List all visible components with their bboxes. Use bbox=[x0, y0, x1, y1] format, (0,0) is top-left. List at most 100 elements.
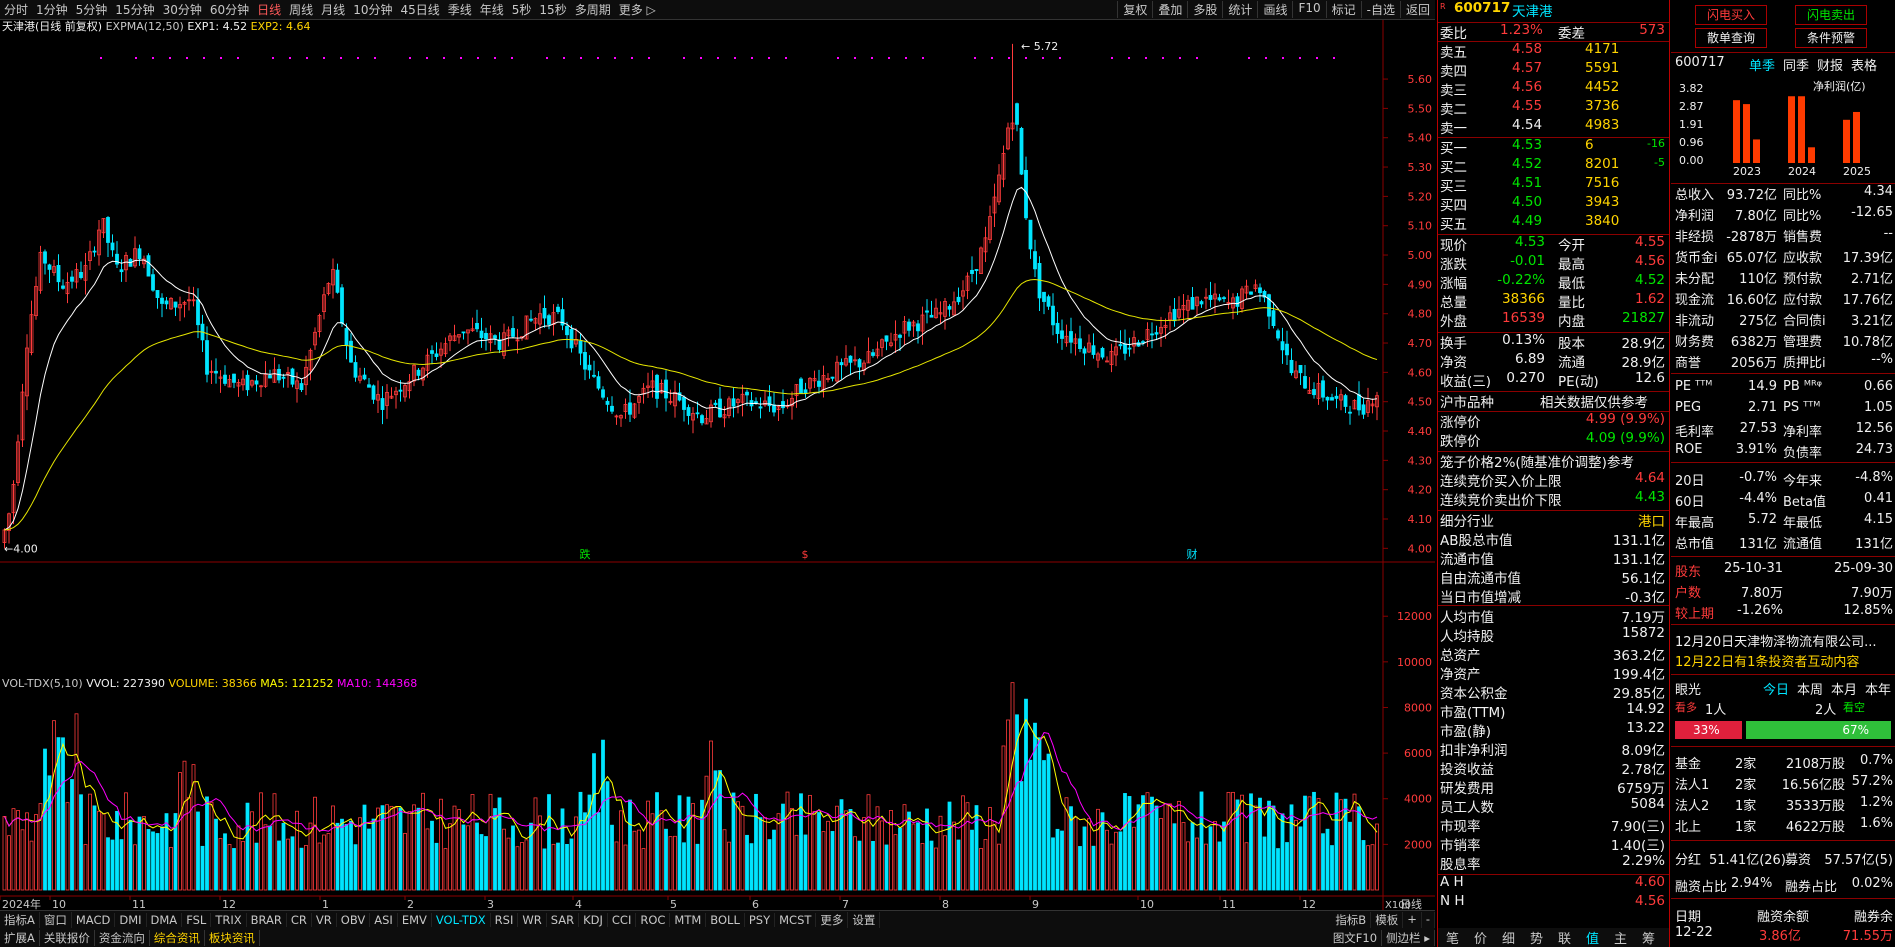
volume-bar bbox=[344, 824, 349, 891]
indicator-tab-8[interactable]: CR bbox=[287, 912, 312, 927]
indicator-right-0[interactable]: 指标B bbox=[1331, 911, 1372, 928]
finance-tab-0[interactable]: 单季 bbox=[1749, 55, 1775, 74]
period-tab-12[interactable]: 年线 bbox=[476, 1, 508, 18]
period-tab-10[interactable]: 45日线 bbox=[396, 1, 443, 18]
indicator-tab-23[interactable]: MCST bbox=[775, 912, 817, 927]
toolbar-button-2[interactable]: 多股 bbox=[1187, 1, 1222, 18]
action-button-0[interactable]: 闪电买入 bbox=[1695, 5, 1767, 25]
period-tab-11[interactable]: 季线 bbox=[444, 1, 476, 18]
period-tab-2[interactable]: 5分钟 bbox=[72, 1, 112, 18]
quote-tab-0[interactable]: 笔 bbox=[1446, 928, 1459, 947]
period-tab-4[interactable]: 30分钟 bbox=[159, 1, 206, 18]
quote-tab-5[interactable]: 值 bbox=[1586, 928, 1599, 947]
action-button-2[interactable]: 散单查询 bbox=[1695, 28, 1767, 48]
period-tab-14[interactable]: 15秒 bbox=[535, 1, 570, 18]
indicator-tab-15[interactable]: WR bbox=[518, 912, 547, 927]
indicator-tab-12[interactable]: EMV bbox=[398, 912, 432, 927]
indicator-right-1[interactable]: 模板 bbox=[1371, 911, 1404, 928]
indicator-tab-17[interactable]: KDJ bbox=[579, 912, 608, 927]
toolbar-button-4[interactable]: 画线 bbox=[1257, 1, 1292, 18]
candle-body bbox=[542, 308, 547, 319]
finance-tab-3[interactable]: 表格 bbox=[1851, 55, 1877, 74]
toolbar-button-0[interactable]: 复权 bbox=[1117, 1, 1152, 18]
quote-tab-6[interactable]: 主 bbox=[1614, 928, 1627, 947]
quote-tab-1[interactable]: 价 bbox=[1474, 928, 1487, 947]
signal-dot bbox=[974, 57, 976, 59]
ma5-value: MA5: 121252 bbox=[260, 677, 334, 690]
period-tab-15[interactable]: 多周期 bbox=[571, 1, 615, 18]
period-tab-7[interactable]: 周线 bbox=[285, 1, 317, 18]
toolbar-button-5[interactable]: F10 bbox=[1292, 1, 1325, 18]
toolbar-button-7[interactable]: -自选 bbox=[1360, 1, 1400, 18]
indicator-tab-19[interactable]: ROC bbox=[636, 912, 671, 927]
indicator-tab-13[interactable]: VOL-TDX bbox=[432, 912, 491, 927]
status-tab-1[interactable]: 关联报价 bbox=[40, 929, 95, 946]
quote-tab-2[interactable]: 细 bbox=[1502, 928, 1515, 947]
news-row[interactable]: 12月22日有1条投资者互动内容 bbox=[1675, 651, 1893, 670]
indicator-tab-10[interactable]: OBV bbox=[337, 912, 371, 927]
toolbar-button-3[interactable]: 统计 bbox=[1222, 1, 1257, 18]
finance-tab-1[interactable]: 同季 bbox=[1783, 55, 1809, 74]
status-tab-2[interactable]: 资金流向 bbox=[95, 929, 150, 946]
period-tab-3[interactable]: 15分钟 bbox=[111, 1, 158, 18]
indicator-tab-6[interactable]: TRIX bbox=[211, 912, 247, 927]
status-right-0[interactable]: 图文F10 bbox=[1329, 929, 1383, 946]
indicator-tab-0[interactable]: 指标A bbox=[0, 911, 40, 928]
volume-indicator-name[interactable]: VOL-TDX(5,10) bbox=[2, 677, 83, 690]
status-tab-0[interactable]: 扩展A bbox=[0, 929, 40, 946]
indicator-tab-20[interactable]: MTM bbox=[670, 912, 707, 927]
candle-body bbox=[205, 340, 209, 375]
action-button-3[interactable]: 条件预警 bbox=[1795, 28, 1867, 48]
indicator-tab-11[interactable]: ASI bbox=[370, 912, 398, 927]
kline-chart[interactable]: 4.00 4.10 4.20 4.30 4.40 4.50 4.60 4.70 4.80 4.90… bbox=[0, 20, 1435, 910]
quote-tab-4[interactable]: 联 bbox=[1558, 928, 1571, 947]
indicator-tab-7[interactable]: BRAR bbox=[247, 912, 287, 927]
toolbar-button-8[interactable]: 返回 bbox=[1399, 1, 1435, 18]
candle-body bbox=[1217, 297, 1222, 301]
quote-tab-3[interactable]: 势 bbox=[1530, 928, 1543, 947]
bear-bar[interactable]: 67% bbox=[1746, 721, 1891, 739]
indicator-tab-22[interactable]: PSY bbox=[745, 912, 776, 927]
action-button-1[interactable]: 闪电卖出 bbox=[1795, 5, 1867, 25]
bid-row: 买一 4.53 6 -16 bbox=[1440, 137, 1667, 157]
indicator-tab-1[interactable]: 窗口 bbox=[40, 911, 72, 928]
indicator-tab-9[interactable]: VR bbox=[312, 912, 337, 927]
indicator-tab-25[interactable]: 设置 bbox=[848, 911, 881, 928]
val-label: PEG bbox=[1675, 400, 1702, 415]
indicator-tab-16[interactable]: SAR bbox=[547, 912, 580, 927]
toolbar-button-6[interactable]: 标记 bbox=[1325, 1, 1361, 18]
period-tab-1[interactable]: 1分钟 bbox=[32, 1, 72, 18]
period-tab-16[interactable]: 更多 ▷ bbox=[615, 1, 660, 18]
toolbar-button-1[interactable]: 叠加 bbox=[1152, 1, 1187, 18]
quote-tab-7[interactable]: 筹 bbox=[1642, 928, 1655, 947]
period-tab-0[interactable]: 分时 bbox=[0, 1, 32, 18]
indicator-name[interactable]: EXPMA(12,50) bbox=[106, 20, 184, 33]
period-tab-9[interactable]: 10分钟 bbox=[349, 1, 396, 18]
eye-tab-3[interactable]: 本年 bbox=[1865, 679, 1891, 698]
chart-area[interactable]: 4.00 4.10 4.20 4.30 4.40 4.50 4.60 4.70 4.80 4.90… bbox=[0, 20, 1435, 910]
indicator-tab-14[interactable]: RSI bbox=[491, 912, 519, 927]
status-tab-3[interactable]: 综合资讯 bbox=[150, 929, 205, 946]
indicator-tab-2[interactable]: MACD bbox=[72, 912, 116, 927]
news-row[interactable]: 12月20日天津物泽物流有限公司... bbox=[1675, 631, 1893, 650]
period-tab-6[interactable]: 日线 bbox=[253, 1, 285, 18]
indicator-right-2[interactable]: + bbox=[1403, 911, 1422, 928]
indicator-right-3[interactable]: - bbox=[1422, 911, 1435, 928]
finance-tab-2[interactable]: 财报 bbox=[1817, 55, 1843, 74]
indicator-tab-5[interactable]: FSL bbox=[182, 912, 212, 927]
indicator-tab-3[interactable]: DMI bbox=[115, 912, 147, 927]
period-tab-5[interactable]: 60分钟 bbox=[206, 1, 253, 18]
period-tab-13[interactable]: 5秒 bbox=[508, 1, 536, 18]
volume-bar bbox=[1316, 798, 1321, 891]
indicator-tab-4[interactable]: DMA bbox=[147, 912, 183, 927]
indicator-tab-24[interactable]: 更多 bbox=[816, 911, 849, 928]
status-tab-4[interactable]: 板块资讯 bbox=[205, 929, 260, 946]
indicator-tab-21[interactable]: BOLL bbox=[706, 912, 745, 927]
bull-bar[interactable]: 33% bbox=[1675, 721, 1743, 739]
eye-tab-0[interactable]: 今日 bbox=[1763, 679, 1789, 698]
period-tab-8[interactable]: 月线 bbox=[317, 1, 349, 18]
eye-tab-1[interactable]: 本周 bbox=[1797, 679, 1823, 698]
status-right-1[interactable]: 侧边栏 ▸ bbox=[1382, 929, 1435, 946]
eye-tab-2[interactable]: 本月 bbox=[1831, 679, 1857, 698]
indicator-tab-18[interactable]: CCI bbox=[608, 912, 637, 927]
